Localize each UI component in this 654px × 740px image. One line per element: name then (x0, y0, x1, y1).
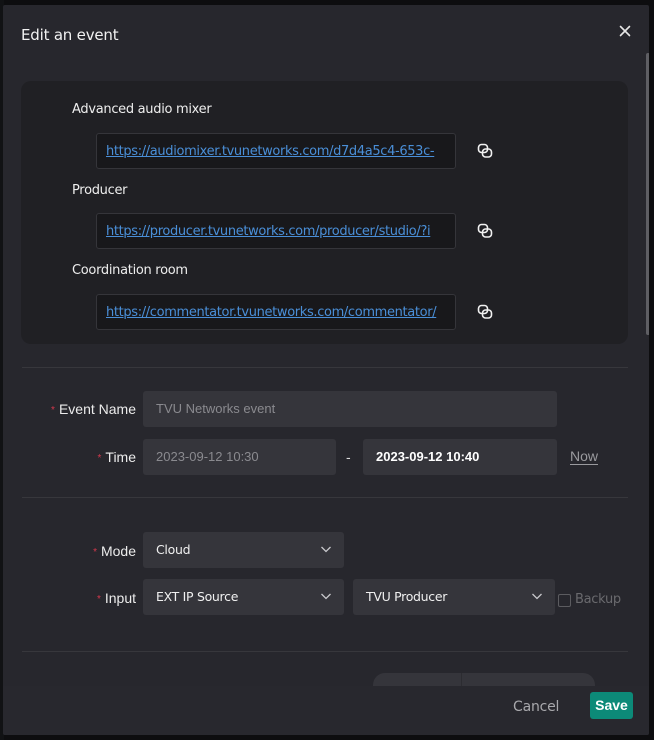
mode-select[interactable]: Cloud (143, 532, 344, 568)
coordination-room-link-field: https://commentator.tvunetworks.com/comm… (96, 294, 456, 330)
cancel-button[interactable]: Cancel (513, 699, 559, 715)
copy-producer-link-button[interactable] (476, 222, 494, 240)
link-label-audio-mixer: Advanced audio mixer (72, 102, 212, 117)
input-label: * Input (96, 590, 136, 606)
mode-selected-value: Cloud (156, 542, 191, 557)
copy-link-icon (477, 304, 493, 319)
required-marker: * (96, 594, 101, 605)
input-source-selected-value: EXT IP Source (156, 589, 239, 604)
input-device-select[interactable]: TVU Producer (353, 579, 555, 615)
copy-link-icon (477, 143, 493, 158)
producer-link-field: https://producer.tvunetworks.com/produce… (96, 213, 456, 249)
copy-link-icon (477, 223, 493, 238)
section-divider (22, 367, 628, 368)
producer-link[interactable]: https://producer.tvunetworks.com/produce… (106, 224, 431, 239)
now-button[interactable]: Now (570, 448, 599, 465)
mode-label: * Mode (93, 543, 136, 559)
input-device-selected-value: TVU Producer (366, 589, 448, 604)
time-label: * Time (97, 449, 137, 465)
required-marker: * (97, 453, 102, 464)
input-source-select[interactable]: EXT IP Source (143, 579, 344, 615)
audio-mixer-link[interactable]: https://audiomixer.tvunetworks.com/d7d4a… (106, 144, 435, 159)
chevron-down-icon (321, 546, 331, 553)
link-label-producer: Producer (72, 183, 128, 198)
section-divider (22, 497, 628, 498)
copy-coordination-room-link-button[interactable] (476, 303, 494, 321)
dialog-title: Edit an event (21, 26, 119, 44)
backup-label: Backup (575, 592, 621, 607)
link-label-coordination-room: Coordination room (72, 263, 188, 278)
dialog-scrollbar[interactable] (646, 53, 649, 335)
required-marker: * (93, 547, 97, 558)
edit-event-dialog: Edit an event Advanced audio mixer https… (3, 5, 649, 735)
partially-visible-tab-group (373, 673, 595, 687)
start-time-input[interactable]: 2023-09-12 10:30 (143, 439, 336, 475)
section-divider (22, 651, 628, 652)
chevron-down-icon (532, 593, 542, 600)
coordination-room-link[interactable]: https://commentator.tvunetworks.com/comm… (106, 305, 437, 320)
time-range-separator: - (346, 449, 351, 465)
chevron-down-icon (321, 593, 331, 600)
close-button[interactable] (617, 23, 633, 39)
event-name-label: * Event Name (51, 401, 136, 417)
backup-checkbox[interactable] (558, 594, 571, 607)
event-links-panel: Advanced audio mixer https://audiomixer.… (21, 81, 628, 344)
audio-mixer-link-field: https://audiomixer.tvunetworks.com/d7d4a… (96, 133, 456, 169)
end-time-input[interactable]: 2023-09-12 10:40 (363, 439, 557, 475)
dialog-footer: Cancel Save (3, 686, 649, 735)
event-name-input[interactable]: TVU Networks event (143, 391, 557, 427)
required-marker: * (51, 405, 55, 416)
close-icon (619, 25, 631, 37)
save-button[interactable]: Save (590, 692, 633, 719)
copy-audio-mixer-link-button[interactable] (476, 142, 494, 160)
